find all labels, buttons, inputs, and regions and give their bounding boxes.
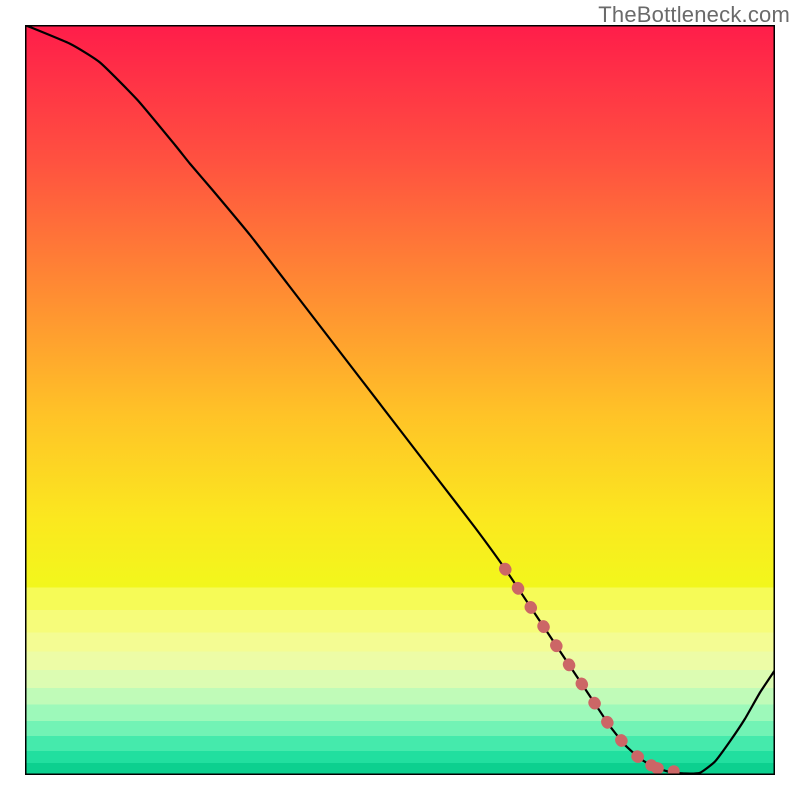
chart-frame: TheBottleneck.com: [0, 0, 800, 800]
bottleneck-chart: [25, 25, 775, 775]
gradient-background: [25, 25, 775, 588]
threshold-bands: [25, 588, 775, 776]
watermark-text: TheBottleneck.com: [598, 2, 790, 28]
